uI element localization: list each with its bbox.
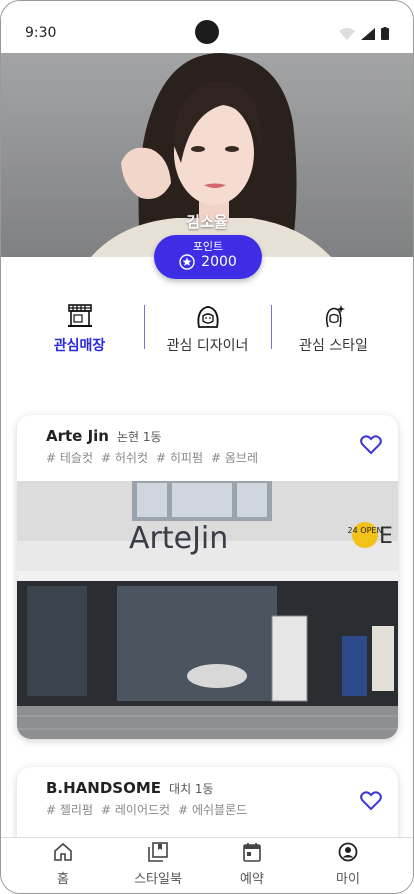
sign-letter: E [379,524,393,549]
camera-cutout [195,20,219,44]
calendar-icon [243,843,261,862]
nav-stylebook[interactable]: 스타일북 [108,842,208,887]
open-badge: 24 OPEN [348,526,383,535]
shop-title: Arte Jin 논현 1동 [46,427,162,445]
shop-title: B.HANDSOME 대치 1동 [46,779,214,797]
star-coin-icon [179,254,195,270]
shop-card[interactable]: Arte Jin 논현 1동 # 테슬컷 # 허쉬컷 # 히피펌 # 옴브레 ArteJ… [17,415,398,739]
battery-icon [381,27,389,40]
shop-tag[interactable]: # 에쉬블론드 [178,803,247,817]
favorites-tabs: 관심매장 관심 디자이너 관심 스타일 [1,299,413,359]
points-row: 2000 [154,254,262,270]
profile-name: 김소율 [186,213,228,231]
nav-label: 예약 [240,872,264,887]
nav-my[interactable]: 마이 [298,842,398,887]
wifi-icon [339,27,355,40]
heart-icon[interactable] [360,435,382,455]
shop-tags: # 테슬컷 # 허쉬컷 # 히피펌 # 옴브레 [46,449,266,466]
shop-tag[interactable]: # 테슬컷 [46,451,93,465]
system-icons [339,27,389,40]
shop-tag[interactable]: # 옴브레 [211,451,258,465]
tab-label: 관심 스타일 [299,338,368,354]
tab-favorite-styles[interactable]: 관심 스타일 [265,299,402,359]
points-label: 포인트 [192,240,224,253]
tab-label: 관심 디자이너 [166,338,249,354]
status-time: 9:30 [25,25,57,41]
bottom-navigation: 홈 스타일북 예약 마이 [1,837,413,893]
status-bar: 9:30 [1,1,413,53]
profile-icon [338,842,358,862]
app-screen: 9:30 김소율 포인트 2000 관심매장 관심 디자이너 관심 스타일 Ar… [0,0,414,894]
shop-name: Arte Jin [46,427,109,445]
tab-label: 관심매장 [53,338,106,354]
tab-favorite-shops[interactable]: 관심매장 [11,299,148,359]
style-icon [325,305,345,328]
nav-label: 마이 [336,872,360,887]
stylebook-icon [148,842,168,862]
nav-reservation[interactable]: 예약 [202,842,302,887]
shop-location: 대치 1동 [169,782,214,796]
signal-icon [361,27,375,40]
shop-sign-text: ArteJin [129,521,228,556]
shop-tag[interactable]: # 허쉬컷 [101,451,148,465]
points-badge[interactable]: 포인트 2000 [154,235,262,279]
shop-tag[interactable]: # 히피펌 [156,451,203,465]
shop-tag[interactable]: # 레이어드컷 [101,803,170,817]
nav-label: 홈 [57,872,69,887]
profile-header: 김소율 [1,53,413,257]
shop-tags: # 젤리펌 # 레이어드컷 # 에쉬블론드 [46,801,255,818]
store-icon [67,304,92,327]
shop-tag[interactable]: # 젤리펌 [46,803,93,817]
shop-name: B.HANDSOME [46,779,162,797]
home-icon [54,842,72,861]
tab-favorite-designers[interactable]: 관심 디자이너 [139,299,276,359]
designer-icon [196,306,219,328]
points-value: 2000 [201,254,237,270]
shop-location: 논현 1동 [116,430,162,444]
nav-home[interactable]: 홈 [13,842,113,887]
shop-photo: ArteJin 24 OPEN E [17,481,398,739]
heart-icon[interactable] [360,791,382,811]
nav-label: 스타일북 [134,872,182,887]
